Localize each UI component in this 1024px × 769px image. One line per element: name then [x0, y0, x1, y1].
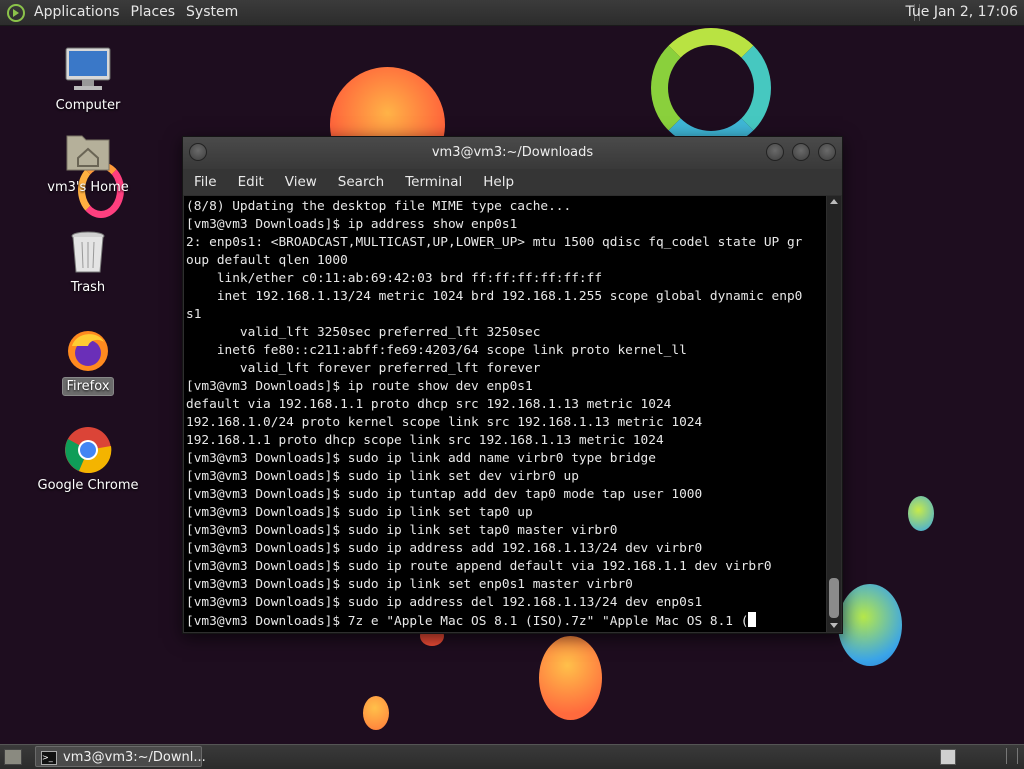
bottom-panel: >_ vm3@vm3:~/Downl... — [0, 744, 1024, 769]
terminal-window[interactable]: vm3@vm3:~/Downloads File Edit View Searc… — [182, 136, 843, 634]
terminal-line: 2: enp0s1: <BROADCAST,MULTICAST,UP,LOWER… — [186, 235, 803, 250]
top-panel: Applications Places System Tue Jan 2, 17… — [0, 0, 1024, 26]
menu-file[interactable]: File — [183, 174, 227, 190]
terminal-line: [vm3@vm3 Downloads]$ ip address show enp… — [186, 217, 518, 232]
desktop-icon-firefox[interactable]: Firefox — [33, 326, 143, 396]
desktop-icon-label: Google Chrome — [37, 478, 139, 493]
terminal-prompt-line[interactable]: [vm3@vm3 Downloads]$ 7z e "Apple Mac OS … — [186, 612, 826, 631]
terminal-line: inet6 fe80::c211:abff:fe69:4203/64 scope… — [186, 343, 687, 358]
menu-edit[interactable]: Edit — [227, 174, 274, 190]
panel-handle-icon — [1006, 748, 1018, 764]
window-titlebar[interactable]: vm3@vm3:~/Downloads — [183, 137, 842, 169]
show-desktop-icon[interactable] — [4, 749, 22, 765]
desktop-icon-trash[interactable]: Trash — [33, 228, 143, 296]
terminal-line: [vm3@vm3 Downloads]$ sudo ip address add… — [186, 541, 703, 556]
terminal-menubar: File Edit View Search Terminal Help — [183, 169, 842, 195]
terminal-line: [vm3@vm3 Downloads]$ sudo ip route appen… — [186, 559, 772, 574]
terminal-line: [vm3@vm3 Downloads]$ sudo ip link set ta… — [186, 505, 533, 520]
home-folder-icon — [64, 128, 112, 176]
wallpaper-green-ring — [651, 28, 771, 148]
system-menu[interactable]: System — [183, 0, 246, 25]
terminal-icon: >_ — [41, 751, 57, 765]
terminal-line: [vm3@vm3 Downloads]$ sudo ip link set ta… — [186, 523, 618, 538]
desktop-icon-label: vm3's Home — [47, 180, 129, 195]
text-cursor — [748, 612, 757, 627]
firefox-icon — [64, 326, 112, 374]
trash-icon — [64, 228, 112, 276]
terminal-line: valid_lft forever preferred_lft forever — [186, 361, 541, 376]
window-title: vm3@vm3:~/Downloads — [431, 145, 594, 160]
terminal-output[interactable]: (8/8) Updating the desktop file MIME typ… — [184, 196, 826, 632]
menu-terminal[interactable]: Terminal — [394, 174, 472, 190]
terminal-line: 192.168.1.0/24 proto kernel scope link s… — [186, 415, 703, 430]
terminal-line: 192.168.1.1 proto dhcp scope link src 19… — [186, 433, 664, 448]
terminal-line: inet 192.168.1.13/24 metric 1024 brd 192… — [186, 289, 803, 304]
computer-icon — [64, 46, 112, 94]
terminal-line: valid_lft 3250sec preferred_lft 3250sec — [186, 325, 541, 340]
chrome-icon — [64, 426, 112, 474]
menu-help[interactable]: Help — [472, 174, 524, 190]
desktop-icon-label: Computer — [55, 98, 121, 113]
taskbar-button-terminal[interactable]: >_ vm3@vm3:~/Downl... — [35, 746, 206, 767]
terminal-scrollbar[interactable] — [827, 196, 841, 632]
wallpaper-teal-orb — [838, 584, 902, 666]
wallpaper-orange-orb-3 — [363, 696, 389, 730]
scroll-down-arrow-icon[interactable] — [830, 623, 838, 628]
minimize-button[interactable] — [766, 143, 784, 161]
terminal-line: [vm3@vm3 Downloads]$ ip route show dev e… — [186, 379, 533, 394]
desktop-icon-chrome[interactable]: Google Chrome — [33, 426, 143, 494]
terminal-line: link/ether c0:11:ab:69:42:03 brd ff:ff:f… — [186, 271, 603, 286]
menu-search[interactable]: Search — [327, 174, 394, 190]
scrollbar-thumb[interactable] — [829, 578, 839, 618]
terminal-line: s1 — [186, 307, 202, 322]
desktop-icon-computer[interactable]: Computer — [33, 46, 143, 114]
scroll-up-arrow-icon[interactable] — [830, 199, 838, 204]
terminal-line: default via 192.168.1.1 proto dhcp src 1… — [186, 397, 672, 412]
terminal-line: [vm3@vm3 Downloads]$ sudo ip link add na… — [186, 451, 656, 466]
terminal-line: [vm3@vm3 Downloads]$ sudo ip tuntap add … — [186, 487, 703, 502]
terminal-line: (8/8) Updating the desktop file MIME typ… — [186, 199, 572, 214]
places-menu[interactable]: Places — [128, 0, 184, 25]
terminal-line: [vm3@vm3 Downloads]$ sudo ip link set de… — [186, 469, 579, 484]
terminal-current-input: [vm3@vm3 Downloads]$ 7z e "Apple Mac OS … — [186, 614, 749, 629]
panel-clock[interactable]: Tue Jan 2, 17:06 — [905, 0, 1018, 25]
wallpaper-teal-orb-2 — [908, 496, 934, 531]
wallpaper-orange-orb-2 — [539, 636, 602, 720]
terminal-line: oup default qlen 1000 — [186, 253, 348, 268]
desktop-icon-home[interactable]: vm3's Home — [33, 128, 143, 196]
workspace-switcher[interactable] — [940, 749, 956, 765]
menu-view[interactable]: View — [274, 174, 327, 190]
taskbar-button-label: vm3@vm3:~/Downl... — [63, 750, 206, 765]
distro-logo-icon[interactable] — [7, 3, 25, 22]
close-button[interactable] — [818, 143, 836, 161]
desktop-icon-label: Trash — [70, 280, 106, 295]
terminal-line: [vm3@vm3 Downloads]$ sudo ip link set en… — [186, 577, 633, 592]
terminal-line: [vm3@vm3 Downloads]$ sudo ip address del… — [186, 595, 703, 610]
desktop-icon-label: Firefox — [62, 377, 114, 396]
applications-menu[interactable]: Applications — [31, 0, 128, 25]
maximize-button[interactable] — [792, 143, 810, 161]
